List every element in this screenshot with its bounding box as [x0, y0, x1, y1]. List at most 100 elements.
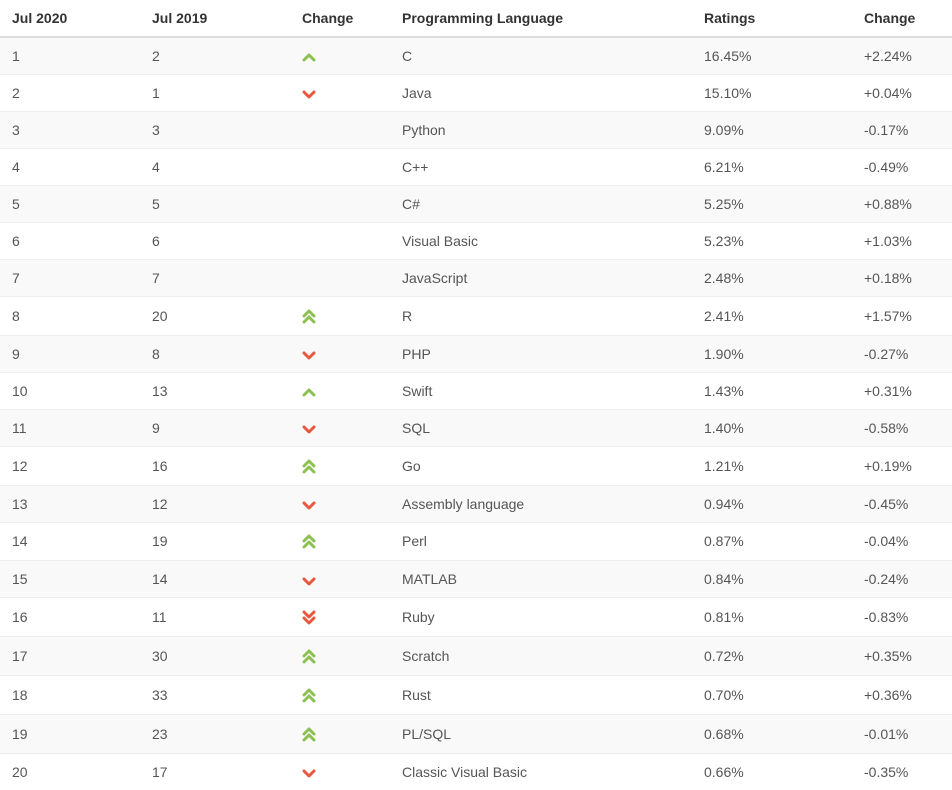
- cell-language: SQL: [390, 409, 692, 446]
- cell-language: Visual Basic: [390, 223, 692, 260]
- header-jul2020: Jul 2020: [0, 0, 140, 37]
- cell-change-icon: [290, 297, 390, 336]
- cell-change_val: +0.31%: [852, 372, 952, 409]
- cell-language: R: [390, 297, 692, 336]
- cell-jul2019: 3: [140, 112, 290, 149]
- cell-ratings: 6.21%: [692, 149, 852, 186]
- cell-language: JavaScript: [390, 260, 692, 297]
- cell-change-icon: [290, 637, 390, 676]
- cell-change_val: -0.58%: [852, 409, 952, 446]
- cell-jul2020: 10: [0, 372, 140, 409]
- cell-ratings: 0.84%: [692, 561, 852, 598]
- cell-change_val: -0.04%: [852, 522, 952, 561]
- cell-language: C: [390, 37, 692, 75]
- cell-change_val: +0.88%: [852, 186, 952, 223]
- cell-ratings: 1.90%: [692, 335, 852, 372]
- cell-jul2019: 16: [140, 446, 290, 485]
- cell-change-icon: [290, 335, 390, 372]
- cell-ratings: 0.68%: [692, 714, 852, 753]
- cell-ratings: 1.21%: [692, 446, 852, 485]
- cell-jul2020: 13: [0, 485, 140, 522]
- cell-jul2020: 6: [0, 223, 140, 260]
- table-row: 1833Rust0.70%+0.36%: [0, 675, 952, 714]
- table-row: 12C16.45%+2.24%: [0, 37, 952, 75]
- cell-jul2019: 5: [140, 186, 290, 223]
- cell-change_val: +2.24%: [852, 37, 952, 75]
- cell-language: Swift: [390, 372, 692, 409]
- cell-ratings: 2.48%: [692, 260, 852, 297]
- cell-ratings: 0.72%: [692, 637, 852, 676]
- cell-language: C#: [390, 186, 692, 223]
- table-row: 820R2.41%+1.57%: [0, 297, 952, 336]
- chevron-up-icon: [302, 386, 316, 398]
- cell-jul2019: 14: [140, 561, 290, 598]
- cell-jul2019: 13: [140, 372, 290, 409]
- cell-ratings: 0.81%: [692, 598, 852, 637]
- cell-jul2020: 17: [0, 637, 140, 676]
- cell-jul2019: 9: [140, 409, 290, 446]
- double-chevron-up-icon: [302, 533, 316, 550]
- cell-ratings: 0.94%: [692, 485, 852, 522]
- cell-change_val: -0.24%: [852, 561, 952, 598]
- cell-change-icon: [290, 522, 390, 561]
- cell-change_val: -0.49%: [852, 149, 952, 186]
- cell-jul2020: 5: [0, 186, 140, 223]
- cell-change_val: -0.83%: [852, 598, 952, 637]
- double-chevron-up-icon: [302, 726, 316, 743]
- cell-jul2020: 18: [0, 675, 140, 714]
- cell-change-icon: [290, 675, 390, 714]
- table-row: 55C#5.25%+0.88%: [0, 186, 952, 223]
- cell-change_val: +0.18%: [852, 260, 952, 297]
- cell-language: Rust: [390, 675, 692, 714]
- cell-change-icon: [290, 186, 390, 223]
- header-change-value: Change: [852, 0, 952, 37]
- cell-jul2019: 23: [140, 714, 290, 753]
- table-row: 1312Assembly language0.94%-0.45%: [0, 485, 952, 522]
- table-row: 1216Go1.21%+0.19%: [0, 446, 952, 485]
- cell-jul2019: 6: [140, 223, 290, 260]
- cell-change-icon: [290, 561, 390, 598]
- cell-change-icon: [290, 485, 390, 522]
- cell-change_val: +0.19%: [852, 446, 952, 485]
- cell-ratings: 2.41%: [692, 297, 852, 336]
- table-row: 1730Scratch0.72%+0.35%: [0, 637, 952, 676]
- cell-jul2019: 19: [140, 522, 290, 561]
- cell-ratings: 1.43%: [692, 372, 852, 409]
- cell-change-icon: [290, 714, 390, 753]
- cell-jul2019: 11: [140, 598, 290, 637]
- cell-ratings: 0.87%: [692, 522, 852, 561]
- cell-change_val: +0.36%: [852, 675, 952, 714]
- table-row: 1013 Swift1.43%+0.31%: [0, 372, 952, 409]
- table-row: 1611Ruby0.81%-0.83%: [0, 598, 952, 637]
- cell-change-icon: [290, 260, 390, 297]
- double-chevron-up-icon: [302, 687, 316, 704]
- header-jul2019: Jul 2019: [140, 0, 290, 37]
- table-row: 33Python9.09%-0.17%: [0, 112, 952, 149]
- cell-language: Assembly language: [390, 485, 692, 522]
- cell-jul2019: 8: [140, 335, 290, 372]
- cell-ratings: 1.40%: [692, 409, 852, 446]
- double-chevron-up-icon: [302, 308, 316, 325]
- cell-language: Python: [390, 112, 692, 149]
- header-ratings: Ratings: [692, 0, 852, 37]
- cell-language: MATLAB: [390, 561, 692, 598]
- cell-change-icon: [290, 149, 390, 186]
- cell-jul2019: 4: [140, 149, 290, 186]
- cell-change-icon: [290, 446, 390, 485]
- double-chevron-up-icon: [302, 648, 316, 665]
- cell-change_val: -0.45%: [852, 485, 952, 522]
- tiobe-index-table: Jul 2020 Jul 2019 Change Programming Lan…: [0, 0, 952, 790]
- cell-ratings: 5.23%: [692, 223, 852, 260]
- table-row: 44C++6.21%-0.49%: [0, 149, 952, 186]
- cell-jul2019: 30: [140, 637, 290, 676]
- cell-language: Go: [390, 446, 692, 485]
- cell-jul2019: 1: [140, 75, 290, 112]
- double-chevron-up-icon: [302, 458, 316, 475]
- cell-jul2020: 2: [0, 75, 140, 112]
- table-row: 119SQL1.40%-0.58%: [0, 409, 952, 446]
- chevron-down-icon: [302, 423, 316, 435]
- cell-jul2020: 3: [0, 112, 140, 149]
- cell-jul2019: 33: [140, 675, 290, 714]
- cell-language: Scratch: [390, 637, 692, 676]
- cell-language: Perl: [390, 522, 692, 561]
